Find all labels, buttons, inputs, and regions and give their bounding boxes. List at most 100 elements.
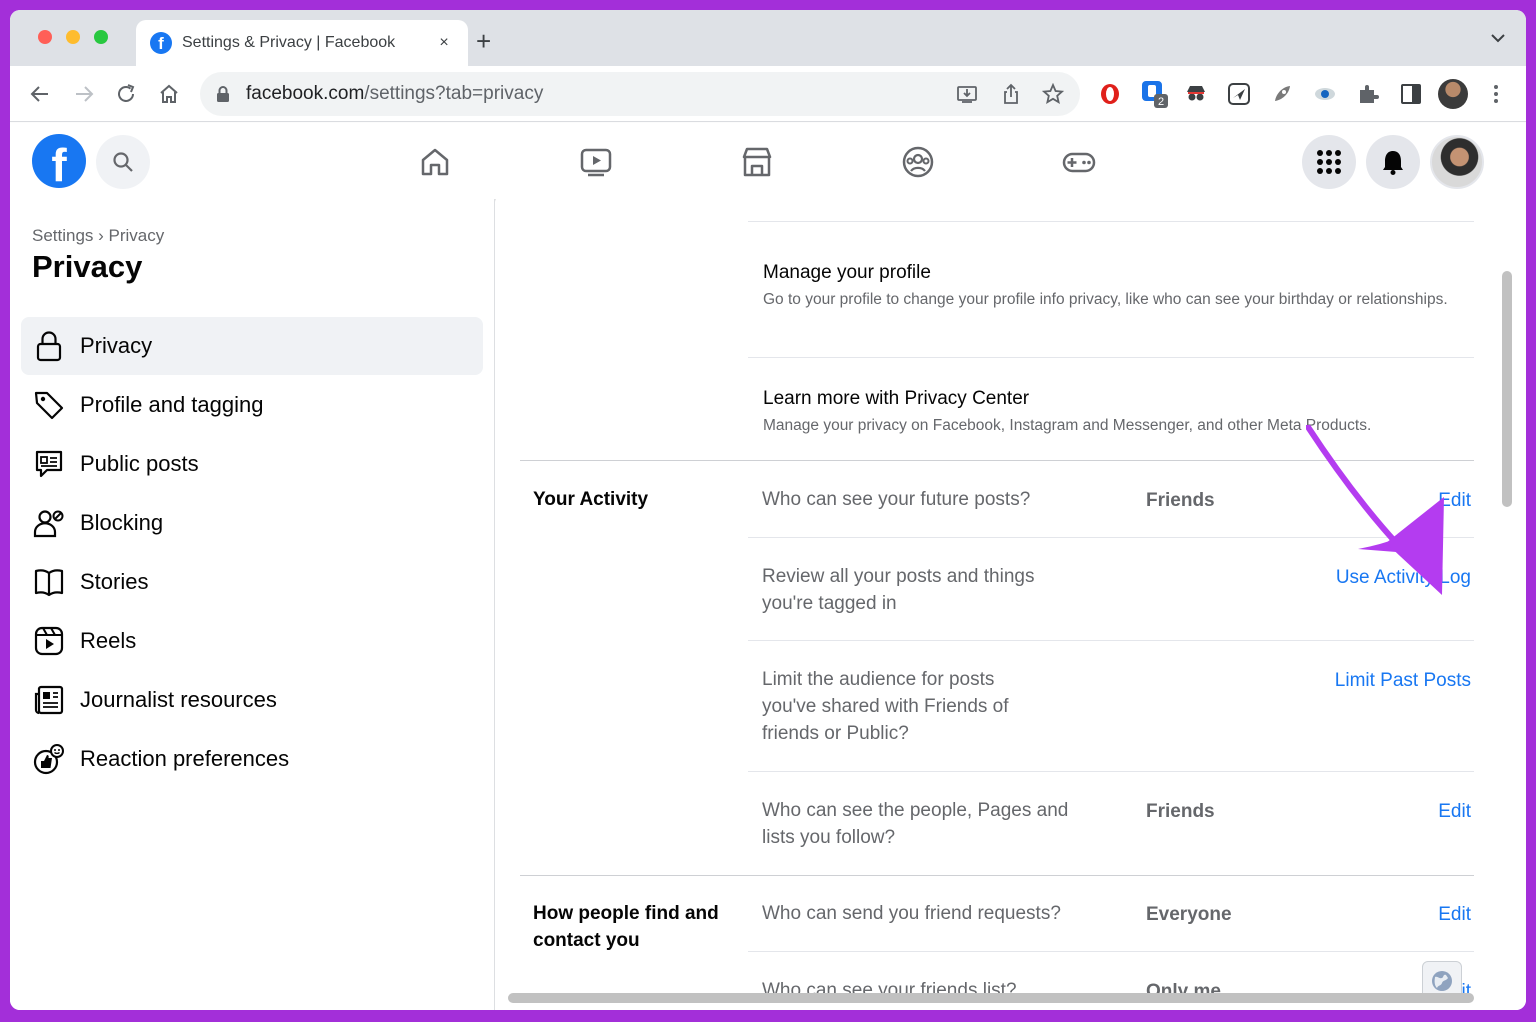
sidebar-item-label: Reels xyxy=(80,628,137,653)
manage-profile-description: Go to your profile to change your profil… xyxy=(763,291,1448,308)
vertical-scrollbar[interactable] xyxy=(1502,271,1512,507)
menu-grid-button[interactable] xyxy=(1302,135,1356,189)
search-button[interactable] xyxy=(96,135,150,189)
gaming-nav-icon[interactable] xyxy=(1062,145,1096,179)
browser-tab[interactable]: f Settings & Privacy | Facebook × xyxy=(136,20,468,66)
sidebar-item-label: Journalist resources xyxy=(80,687,277,712)
sidebar-item-label: Stories xyxy=(80,569,149,594)
section-title-your-activity: Your Activity xyxy=(533,489,649,510)
new-tab-button[interactable]: + xyxy=(476,26,491,56)
use-activity-log-link[interactable]: Use Activity Log xyxy=(1336,567,1471,589)
edit-button[interactable]: Edit xyxy=(1438,801,1471,823)
sidebar-item-label: Reaction preferences xyxy=(80,746,290,771)
sidebar-item-journalist-resources[interactable]: Journalist resources xyxy=(21,671,483,729)
password-manager-extension-icon[interactable]: 2 xyxy=(1140,79,1170,109)
marketplace-nav-icon[interactable] xyxy=(740,145,774,179)
minimize-window-button[interactable] xyxy=(66,30,80,44)
divider xyxy=(748,221,1474,222)
opera-extension-icon[interactable] xyxy=(1098,82,1122,106)
divider xyxy=(748,951,1474,952)
sidebar-item-stories[interactable]: Stories xyxy=(21,553,483,611)
lock-icon xyxy=(36,331,62,362)
stories-icon xyxy=(34,569,64,597)
profile-avatar[interactable] xyxy=(1438,79,1468,109)
public-posts-icon xyxy=(35,450,63,478)
bell-icon xyxy=(1383,151,1403,175)
maximize-window-button[interactable] xyxy=(94,30,108,44)
tab-strip: f Settings & Privacy | Facebook × + xyxy=(10,10,1526,66)
divider xyxy=(748,771,1474,772)
eye-extension-icon[interactable] xyxy=(1313,82,1337,106)
tab-close-button[interactable]: × xyxy=(434,34,454,52)
forward-arrow-icon[interactable] xyxy=(72,82,96,106)
spy-extension-icon[interactable] xyxy=(1184,82,1208,106)
home-icon[interactable] xyxy=(157,82,181,106)
globe-icon xyxy=(1432,971,1452,991)
facebook-favicon-icon: f xyxy=(150,32,172,54)
setting-value: Friends xyxy=(1146,490,1215,511)
setting-question: Who can see your future posts? xyxy=(762,489,1031,510)
setting-question: Limit the audience for posts you've shar… xyxy=(762,669,1009,744)
sidebar-item-blocking[interactable]: Blocking xyxy=(21,494,483,552)
setting-value: Friends xyxy=(1146,801,1215,822)
search-icon xyxy=(113,152,133,172)
divider xyxy=(748,537,1474,538)
share-icon[interactable] xyxy=(1000,83,1022,105)
sidebar-item-label: Profile and tagging xyxy=(80,392,264,417)
sidebar-item-label: Public posts xyxy=(80,451,199,476)
back-arrow-icon[interactable] xyxy=(28,82,52,106)
home-nav-icon[interactable] xyxy=(418,145,452,179)
rocket-extension-icon[interactable] xyxy=(1270,82,1294,106)
browser-window: f Settings & Privacy | Facebook × + face… xyxy=(10,10,1526,1010)
edit-button[interactable]: Edit xyxy=(1438,490,1471,512)
setting-question: Who can send you friend requests? xyxy=(762,903,1061,924)
edit-button[interactable]: Edit xyxy=(1438,904,1471,926)
setting-question: Who can see the people, Pages and lists … xyxy=(762,800,1069,848)
more-menu-icon[interactable] xyxy=(1484,82,1508,106)
manage-profile-title[interactable]: Manage your profile xyxy=(763,262,931,284)
groups-nav-icon[interactable] xyxy=(901,145,935,179)
tag-icon xyxy=(34,391,64,420)
privacy-center-title[interactable]: Learn more with Privacy Center xyxy=(763,388,1029,410)
sidebar-item-privacy[interactable]: Privacy xyxy=(21,317,483,375)
account-avatar[interactable] xyxy=(1430,135,1484,189)
side-panel-icon[interactable] xyxy=(1399,82,1423,106)
sidebar-item-reaction-preferences[interactable]: Reaction preferences xyxy=(21,730,483,788)
divider xyxy=(748,640,1474,641)
lock-icon xyxy=(217,86,229,102)
sidebar-item-public-posts[interactable]: Public posts xyxy=(21,435,483,493)
browser-toolbar: facebook.com/settings?tab=privacy 2 xyxy=(10,66,1526,122)
privacy-settings-content: Manage your profile Go to your profile t… xyxy=(496,199,1526,1010)
sidebar-item-label: Blocking xyxy=(80,510,164,535)
settings-sidebar: Settings › Privacy Privacy Privacy Profi… xyxy=(10,199,495,1010)
reload-icon[interactable] xyxy=(114,82,138,106)
url-text: facebook.com/settings?tab=privacy xyxy=(246,83,544,104)
sidebar-item-reels[interactable]: Reels xyxy=(21,612,483,670)
notifications-button[interactable] xyxy=(1366,135,1420,189)
install-app-icon[interactable] xyxy=(956,83,978,105)
page-title: Privacy xyxy=(32,249,143,284)
section-title-find-and-contact: How people find and contact you xyxy=(533,903,719,951)
facebook-logo-icon[interactable]: f xyxy=(32,134,86,188)
extensions-puzzle-icon[interactable] xyxy=(1356,82,1380,106)
bookmark-star-icon[interactable] xyxy=(1042,83,1064,105)
send-extension-icon[interactable] xyxy=(1227,82,1251,106)
watch-nav-icon[interactable] xyxy=(579,145,613,179)
sidebar-item-profile-and-tagging[interactable]: Profile and tagging xyxy=(21,376,483,434)
breadcrumb[interactable]: Settings › Privacy xyxy=(32,226,164,246)
blocking-icon xyxy=(33,510,64,538)
journalist-icon xyxy=(34,685,64,715)
tab-search-chevron-icon[interactable] xyxy=(1490,32,1506,44)
limit-past-posts-link[interactable]: Limit Past Posts xyxy=(1335,670,1471,692)
reaction-icon xyxy=(33,744,64,775)
close-window-button[interactable] xyxy=(38,30,52,44)
menu-grid-icon xyxy=(1317,150,1341,174)
facebook-header: f xyxy=(10,123,1526,199)
svg-text:2: 2 xyxy=(1158,96,1164,108)
privacy-center-description: Manage your privacy on Facebook, Instagr… xyxy=(763,417,1372,434)
horizontal-scrollbar[interactable] xyxy=(508,993,1474,1003)
section-divider xyxy=(520,460,1474,461)
address-bar[interactable]: facebook.com/settings?tab=privacy xyxy=(200,72,1080,116)
divider xyxy=(748,357,1474,358)
tab-title: Settings & Privacy | Facebook xyxy=(182,34,396,51)
